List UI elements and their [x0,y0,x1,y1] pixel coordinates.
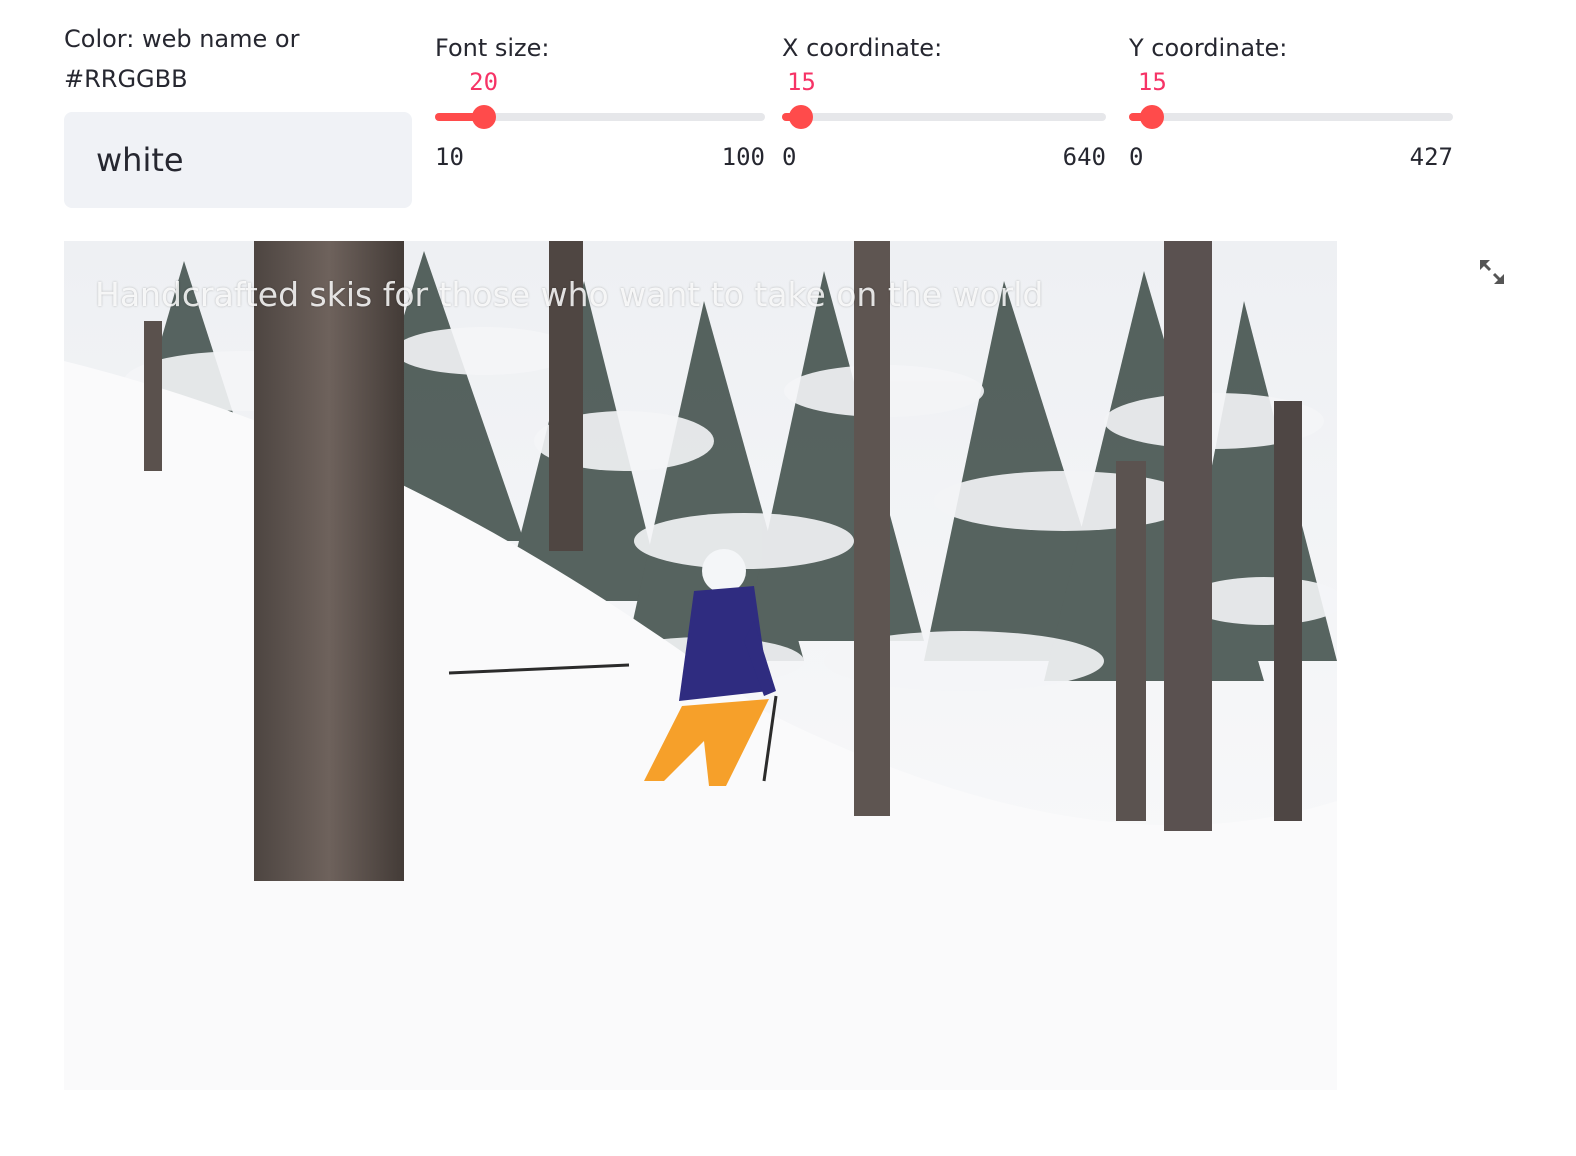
color-input-label: Color: web name or #RRGGBB [64,25,300,93]
slider-min: 0 [782,143,797,171]
slider-track[interactable] [782,113,1106,121]
slider-track[interactable] [1129,113,1453,121]
slider-thumb[interactable] [789,105,814,129]
slider-min: 0 [1129,143,1144,171]
slider-max: 427 [1409,143,1453,171]
y-coordinate-label: Y coordinate: [1129,34,1288,62]
y-coordinate-value: 15 [1137,68,1167,96]
ski-scene-illustration [64,241,1337,1090]
slider-min: 10 [435,143,464,171]
x-coordinate-label: X coordinate: [782,34,943,62]
slider-max: 100 [721,143,765,171]
image-caption: Handcrafted skis for those who want to t… [95,275,1044,314]
expand-icon[interactable] [1476,256,1508,288]
slider-thumb[interactable] [471,105,496,129]
slider-max: 640 [1062,143,1106,171]
y-coordinate-slider[interactable]: Y coordinate: 15 0 427 [1129,28,1453,178]
x-coordinate-slider[interactable]: X coordinate: 15 0 640 [782,28,1106,178]
ski-photo: Handcrafted skis for those who want to t… [64,241,1337,1090]
slider-thumb[interactable] [1140,105,1165,129]
font-size-label: Font size: [435,34,550,62]
font-size-value: 20 [469,68,499,96]
x-coordinate-value: 15 [786,68,816,96]
color-text-input[interactable]: white [64,112,412,208]
font-size-slider[interactable]: Font size: 20 10 100 [435,28,765,178]
